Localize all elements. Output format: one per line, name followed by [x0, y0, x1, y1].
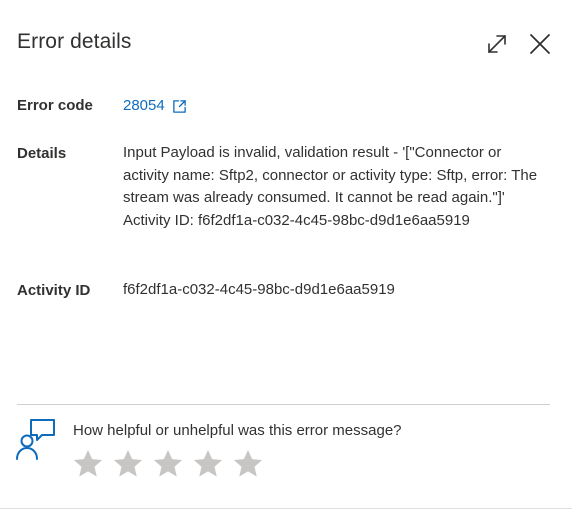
star-icon: [73, 449, 103, 477]
feedback-icon: [14, 417, 58, 461]
panel-title: Error details: [17, 30, 132, 53]
star-5[interactable]: [230, 444, 266, 484]
star-2[interactable]: [110, 444, 146, 484]
open-external-icon[interactable]: [172, 99, 187, 114]
expand-icon: [488, 35, 506, 53]
error-code-label: Error code: [17, 97, 93, 114]
feedback-question: How helpful or unhelpful was this error …: [73, 422, 402, 439]
star-1[interactable]: [70, 444, 106, 484]
star-icon: [153, 449, 183, 477]
activity-id-value: f6f2df1a-c032-4c45-98bc-d9d1e6aa5919: [123, 281, 395, 298]
error-code-value: 28054: [123, 95, 187, 118]
expand-button[interactable]: [483, 30, 511, 58]
close-button[interactable]: [526, 30, 554, 58]
star-rating: [70, 444, 266, 484]
details-value: Input Payload is invalid, validation res…: [123, 144, 538, 229]
star-icon: [193, 449, 223, 477]
star-icon: [113, 449, 143, 477]
error-details-panel: Error details Error code 28054 Details I…: [0, 0, 572, 512]
activity-id-label: Activity ID: [17, 282, 91, 299]
details-label: Details: [17, 145, 67, 162]
error-code-link[interactable]: 28054: [123, 95, 165, 118]
star-3[interactable]: [150, 444, 186, 484]
star-4[interactable]: [190, 444, 226, 484]
divider: [17, 404, 550, 405]
star-icon: [233, 449, 263, 477]
close-icon: [530, 34, 550, 54]
bottom-border: [0, 508, 572, 509]
